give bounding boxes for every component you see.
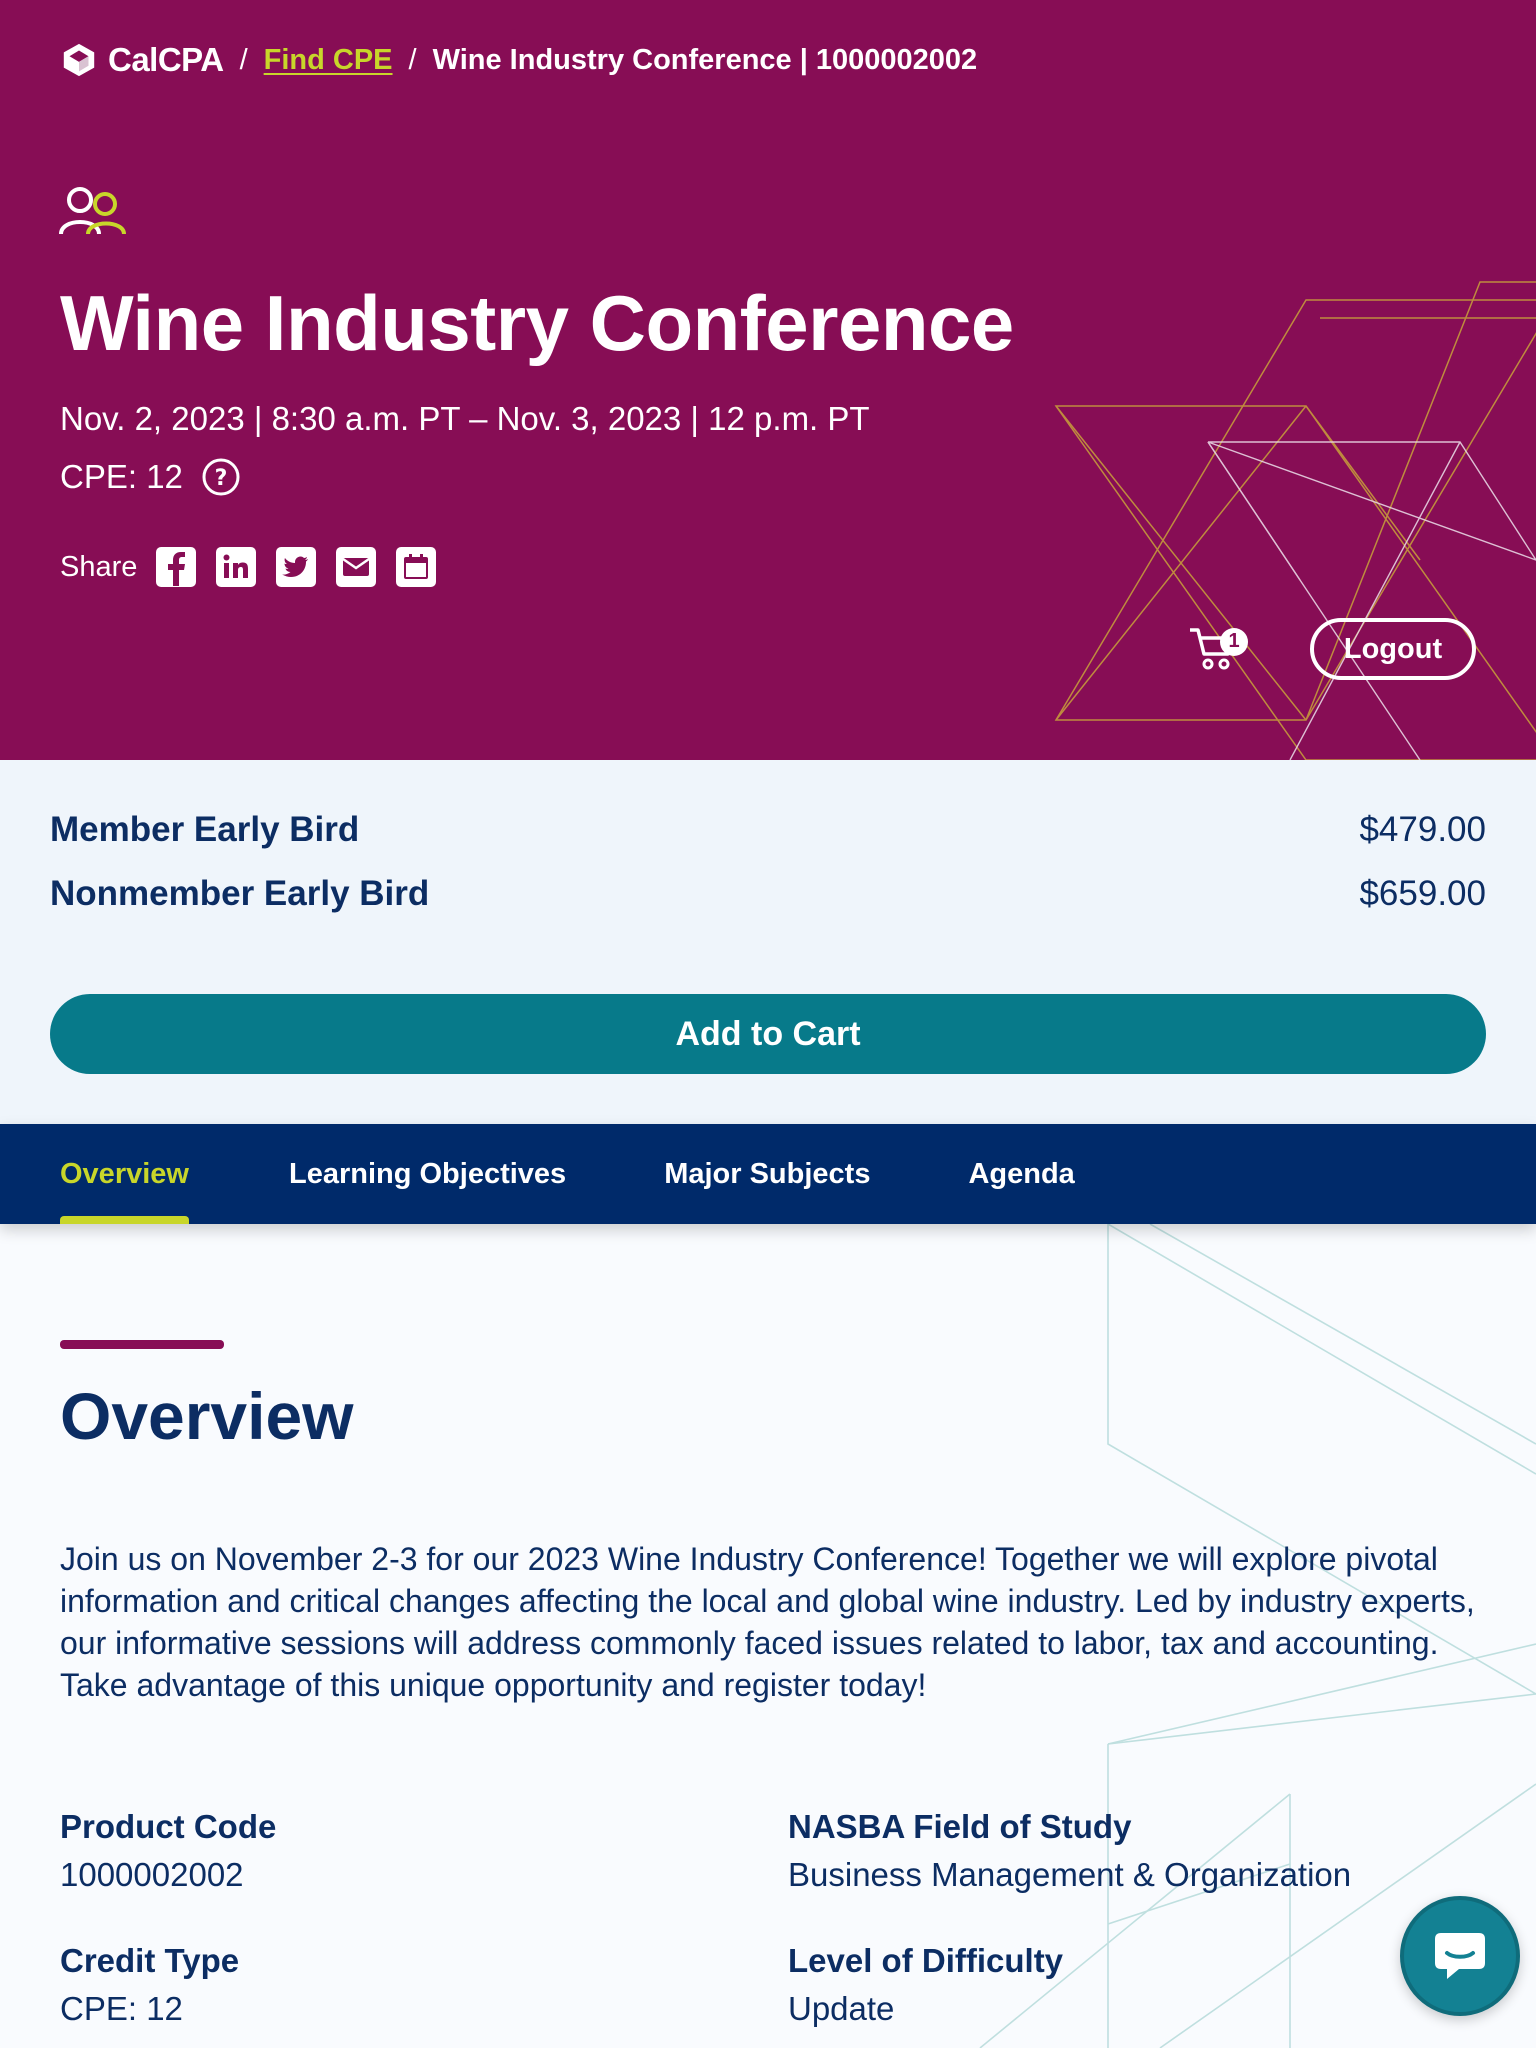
- difficulty-field: Level of Difficulty Update: [788, 1942, 1063, 2028]
- add-to-cart-button[interactable]: Add to Cart: [50, 994, 1486, 1074]
- overview-description: Join us on November 2-3 for our 2023 Win…: [60, 1541, 1475, 1703]
- breadcrumb-find-cpe[interactable]: Find CPE: [264, 44, 393, 77]
- facebook-icon[interactable]: [155, 546, 197, 588]
- breadcrumb: CalCPA / Find CPE / Wine Industry Confer…: [60, 38, 977, 82]
- price-row: Member Early Bird $479.00: [50, 810, 1486, 850]
- logout-button[interactable]: Logout: [1310, 618, 1476, 680]
- group-people-icon: [59, 187, 126, 235]
- cart-button[interactable]: 1: [1188, 624, 1252, 672]
- field-label: Product Code: [60, 1808, 277, 1845]
- email-icon[interactable]: [335, 546, 377, 588]
- svg-text:?: ?: [215, 466, 228, 491]
- section-accent-bar: [60, 1340, 224, 1349]
- linkedin-icon[interactable]: [215, 546, 257, 588]
- product-code-field: Product Code 1000002002: [60, 1808, 276, 1894]
- share-bar: Share: [60, 546, 455, 588]
- nasba-field: NASBA Field of Study Business Management…: [788, 1808, 1351, 1894]
- section-tabs: Overview Learning Objectives Major Subje…: [0, 1124, 1536, 1224]
- calcpa-logo-icon: [63, 43, 95, 77]
- tab-major-subjects[interactable]: Major Subjects: [664, 1124, 870, 1224]
- price-name: Nonmember Early Bird: [50, 874, 430, 913]
- field-label: NASBA Field of Study: [788, 1808, 1132, 1845]
- field-label: Credit Type: [60, 1942, 240, 1979]
- tab-overview[interactable]: Overview: [60, 1124, 189, 1224]
- twitter-icon[interactable]: [275, 546, 317, 588]
- pricing-panel: Member Early Bird $479.00 Nonmember Earl…: [0, 760, 1536, 1124]
- price-value: $659.00: [1359, 874, 1486, 913]
- hero-banner: CalCPA / Find CPE / Wine Industry Confer…: [0, 0, 1536, 760]
- price-value: $479.00: [1359, 810, 1486, 849]
- price-row: Nonmember Early Bird $659.00: [50, 874, 1486, 914]
- breadcrumb-separator: /: [408, 43, 417, 76]
- cpe-label: CPE: 12: [60, 458, 183, 495]
- credit-type-field: Credit Type CPE: 12: [60, 1942, 239, 2028]
- cart-count-badge: 1: [1228, 630, 1240, 652]
- field-value: Update: [788, 1990, 895, 2027]
- field-value: 1000002002: [60, 1856, 244, 1893]
- field-label: Level of Difficulty: [788, 1942, 1064, 1979]
- logo-text: CalCPA: [108, 41, 224, 78]
- page-title: Wine Industry Conference: [60, 279, 1014, 367]
- overview-heading: Overview: [60, 1379, 354, 1453]
- chat-button[interactable]: [1400, 1896, 1520, 2016]
- field-value: Business Management & Organization: [788, 1856, 1352, 1893]
- breadcrumb-separator: /: [239, 43, 248, 76]
- event-dates: Nov. 2, 2023 | 8:30 a.m. PT – Nov. 3, 20…: [60, 400, 870, 437]
- field-value: CPE: 12: [60, 1990, 183, 2027]
- chat-bubble-icon: [1435, 1933, 1485, 1979]
- calcpa-logo[interactable]: CalCPA: [60, 41, 224, 79]
- decorative-geometric-lines: [1054, 281, 1536, 760]
- breadcrumb-current: Wine Industry Conference | 1000002002: [432, 43, 978, 76]
- price-name: Member Early Bird: [50, 810, 360, 849]
- tab-learning-objectives[interactable]: Learning Objectives: [289, 1124, 566, 1224]
- cpe-credits: CPE: 12 ?: [60, 457, 241, 497]
- share-label: Share: [60, 550, 138, 583]
- help-icon[interactable]: ?: [201, 457, 241, 497]
- tab-agenda[interactable]: Agenda: [968, 1124, 1074, 1224]
- calendar-icon[interactable]: [395, 546, 437, 588]
